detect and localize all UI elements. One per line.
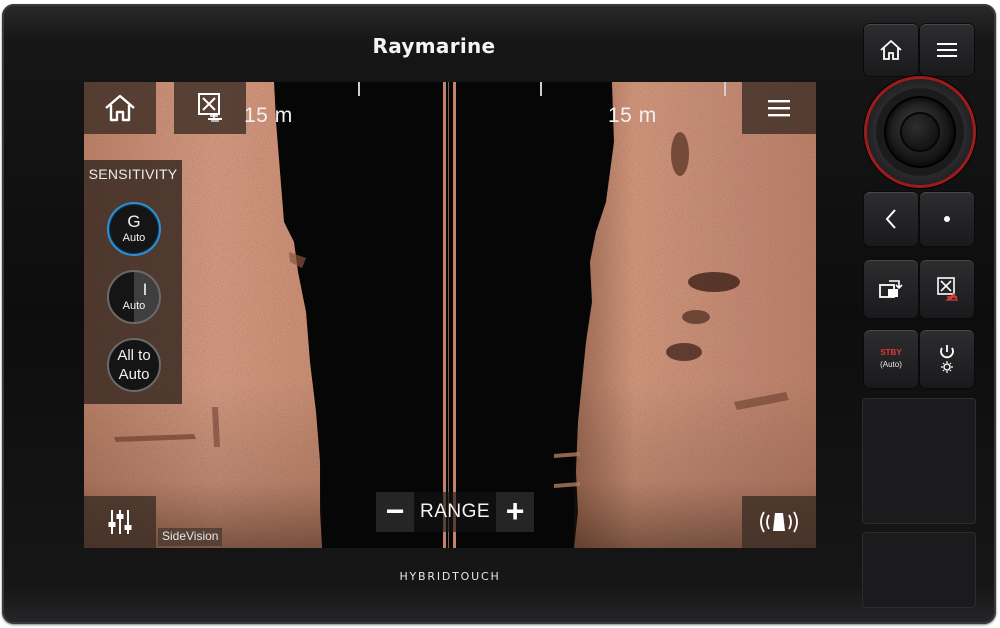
home-icon (880, 40, 902, 60)
gain-knob-mode: Auto (122, 232, 146, 244)
all-to-auto-button[interactable]: All to Auto (107, 338, 161, 392)
hamburger-menu-icon (937, 43, 957, 57)
sliders-icon (108, 510, 132, 534)
home-icon (105, 94, 135, 122)
menu-button[interactable] (742, 82, 816, 134)
settings-button[interactable] (84, 496, 156, 548)
sensitivity-panel: SENSITIVITY G Auto I Auto All to Auto (84, 160, 182, 404)
card-slot-lower (862, 532, 976, 608)
home-button[interactable] (84, 82, 156, 134)
all-to-auto-line2: Auto (118, 366, 150, 383)
hw-home-button[interactable] (864, 24, 918, 76)
hw-menu-button[interactable] (920, 24, 974, 76)
range-label-right: 15 m (608, 104, 657, 127)
hardware-keypad: STBY (Auto) (858, 16, 978, 612)
brand-logo: Raymarine (372, 34, 496, 58)
hw-power-button[interactable] (920, 330, 974, 388)
rotary-knob[interactable] (864, 76, 976, 188)
intensity-knob-label: I (142, 280, 148, 299)
hw-dot-button[interactable] (920, 192, 974, 246)
range-decrease-button[interactable]: − (376, 492, 414, 532)
rotary-ok-button[interactable] (902, 114, 938, 150)
standby-label: STBY (Auto) (880, 347, 902, 371)
standby-label-line1: STBY (880, 348, 902, 357)
dot-icon (944, 216, 950, 222)
hw-back-button[interactable] (864, 192, 918, 246)
range-label-left: 15 m (244, 104, 293, 127)
sidevision-sonar-image (84, 82, 816, 548)
range-tick (358, 82, 360, 96)
rotary-joystick[interactable] (886, 98, 954, 166)
sonar-transducer-icon (760, 511, 798, 533)
range-control: − RANGE + (376, 492, 535, 532)
chevron-left-icon (885, 209, 896, 229)
model-label: HYBRIDTOUCH (399, 570, 501, 583)
range-tick (724, 82, 726, 96)
range-increase-button[interactable]: + (496, 492, 535, 532)
range-tick (540, 82, 542, 96)
power-icon (940, 345, 954, 373)
switch-pane-icon (879, 280, 903, 298)
range-control-label: RANGE (414, 492, 497, 532)
app-name-label: SideVision (158, 528, 223, 546)
gain-knob[interactable]: G Auto (107, 202, 161, 256)
hw-standby-auto-button[interactable]: STBY (Auto) (864, 330, 918, 388)
hw-switch-pane-button[interactable] (864, 260, 918, 318)
waypoint-mob-icon (937, 277, 958, 301)
all-to-auto-line1: All to (117, 347, 151, 364)
intensity-knob-mode: Auto (122, 300, 146, 312)
gain-knob-label: G (127, 212, 141, 231)
sensitivity-title: SENSITIVITY (88, 166, 178, 182)
sonar-ping-button[interactable] (742, 496, 816, 548)
hw-waypoint-mob-button[interactable] (920, 260, 974, 318)
card-slot-upper (862, 398, 976, 524)
intensity-knob[interactable]: I Auto (107, 270, 161, 324)
standby-label-line2: (Auto) (880, 360, 902, 369)
waypoint-button[interactable] (174, 82, 246, 134)
sonar-display[interactable]: 15 m 15 m SENSITIVITY G Auto I Auto All … (84, 82, 816, 548)
waypoint-icon (198, 93, 222, 122)
hamburger-menu-icon (768, 100, 790, 117)
